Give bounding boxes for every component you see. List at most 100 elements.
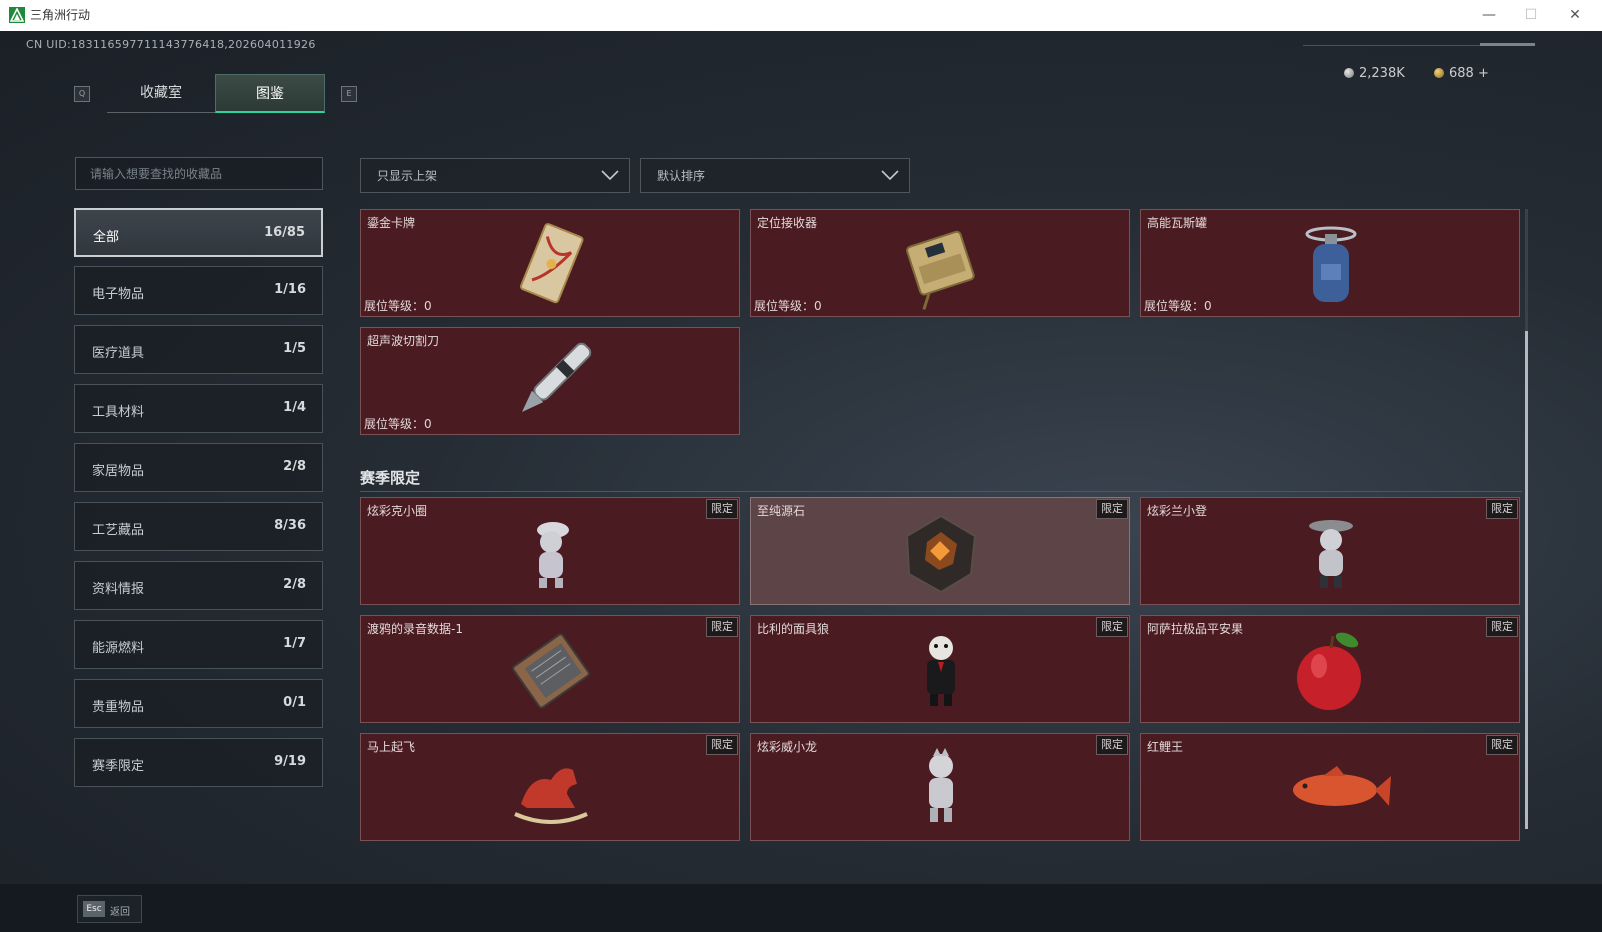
item-name: 炫彩克小圈 xyxy=(367,504,428,518)
item-name: 红鲤王 xyxy=(1147,740,1184,754)
silver-coin-icon xyxy=(1344,68,1354,78)
category-valuables[interactable]: 贵重物品 0/1 xyxy=(74,679,323,728)
category-tools[interactable]: 工具材料 1/4 xyxy=(74,384,323,433)
item-card[interactable]: 超声波切割刀 展位等级：0 xyxy=(360,327,740,435)
item-card[interactable]: 高能瓦斯罐 展位等级：0 xyxy=(1140,209,1520,317)
limited-badge: 限定 xyxy=(1096,735,1128,755)
back-label: 返回 xyxy=(110,907,130,918)
limited-item-card[interactable]: 马上起飞 限定 xyxy=(360,733,740,841)
limited-badge: 限定 xyxy=(1096,499,1128,519)
figurine-icon xyxy=(537,522,569,588)
gilded-card-icon xyxy=(519,223,584,304)
item-name: 炫彩兰小登 xyxy=(1147,504,1208,518)
chevron-down-icon xyxy=(881,170,899,181)
window-titlebar: 三角洲行动 — ☐ ✕ xyxy=(0,0,1602,32)
app-logo-icon xyxy=(9,7,25,23)
tab-collection-room[interactable]: 收藏室 xyxy=(107,74,215,113)
category-label: 贵重物品 xyxy=(92,700,145,715)
category-household[interactable]: 家居物品 2/8 xyxy=(74,443,323,492)
window-title: 三角洲行动 xyxy=(30,8,91,22)
category-count: 2/8 xyxy=(283,459,306,474)
search-input[interactable]: 请输入想要查找的收藏品 xyxy=(75,157,323,190)
category-count: 0/1 xyxy=(283,695,306,710)
limited-item-card[interactable]: 阿萨拉极品平安果 限定 xyxy=(1140,615,1520,723)
category-medical[interactable]: 医疗道具 1/5 xyxy=(74,325,323,374)
item-card[interactable]: 鎏金卡牌 展位等级：0 xyxy=(360,209,740,317)
filter-value: 只显示上架 xyxy=(377,169,438,183)
tab-next-key[interactable]: E xyxy=(341,86,357,102)
category-count: 1/5 xyxy=(283,341,306,356)
section-divider xyxy=(360,491,1522,492)
item-name: 鎏金卡牌 xyxy=(367,216,416,230)
category-count: 9/19 xyxy=(274,754,306,769)
collection-screen: CN UID:183116597711143776418,20260401192… xyxy=(0,31,1602,932)
limited-badge: 限定 xyxy=(1486,735,1518,755)
item-name: 定位接收器 xyxy=(757,216,818,230)
close-button[interactable]: ✕ xyxy=(1555,0,1595,31)
puppet-figure-icon xyxy=(927,636,955,706)
minimize-button[interactable]: — xyxy=(1469,0,1509,31)
category-label: 资料情报 xyxy=(92,582,145,597)
chevron-down-icon xyxy=(601,170,619,181)
limited-badge: 限定 xyxy=(1096,617,1128,637)
back-button[interactable]: Esc 返回 xyxy=(77,895,142,923)
item-card[interactable]: 定位接收器 展位等级：0 xyxy=(750,209,1130,317)
gas-canister-icon xyxy=(1305,226,1357,302)
recording-device-icon xyxy=(512,633,590,709)
category-label: 电子物品 xyxy=(92,287,145,302)
figurine-icon xyxy=(929,748,953,822)
category-electronics[interactable]: 电子物品 1/16 xyxy=(74,266,323,315)
category-label: 医疗道具 xyxy=(92,346,145,361)
silver-currency: 2,238K xyxy=(1344,66,1405,81)
limited-item-card[interactable]: 渡鸦的录音数据-1 限定 xyxy=(360,615,740,723)
category-all[interactable]: 全部 16/85 xyxy=(74,208,323,257)
item-level: 展位等级：0 xyxy=(364,417,432,431)
section-title-season: 赛季限定 xyxy=(360,469,421,487)
filter-dropdown[interactable]: 只显示上架 xyxy=(360,158,630,193)
item-level: 展位等级：0 xyxy=(754,299,822,313)
category-season-limited[interactable]: 赛季限定 9/19 xyxy=(74,738,323,787)
category-intel[interactable]: 资料情报 2/8 xyxy=(74,561,323,610)
item-name: 阿萨拉极品平安果 xyxy=(1147,622,1244,636)
category-label: 工艺藏品 xyxy=(92,523,145,538)
tab-prev-key[interactable]: Q xyxy=(74,86,90,102)
category-label: 赛季限定 xyxy=(92,759,145,774)
item-name: 马上起飞 xyxy=(367,740,416,754)
item-name: 至纯源石 xyxy=(757,504,806,518)
koi-fish-icon xyxy=(1293,766,1391,806)
limited-badge: 限定 xyxy=(706,735,738,755)
sort-dropdown[interactable]: 默认排序 xyxy=(640,158,910,193)
limited-item-card[interactable]: 比利的面具狼 限定 xyxy=(750,615,1130,723)
item-name: 超声波切割刀 xyxy=(367,334,440,348)
gold-coin-icon xyxy=(1434,68,1444,78)
limited-item-card[interactable]: 至纯源石 限定 xyxy=(750,497,1130,605)
limited-badge: 限定 xyxy=(706,617,738,637)
sort-value: 默认排序 xyxy=(657,169,706,183)
item-name: 炫彩威小龙 xyxy=(757,740,818,754)
item-name: 渡鸦的录音数据-1 xyxy=(367,622,463,636)
item-level: 展位等级：0 xyxy=(1144,299,1212,313)
category-label: 全部 xyxy=(93,230,120,245)
limited-badge: 限定 xyxy=(1486,617,1518,637)
scrollbar-thumb[interactable] xyxy=(1525,331,1528,829)
limited-item-card[interactable]: 炫彩兰小登 限定 xyxy=(1140,497,1520,605)
tab-catalog[interactable]: 图鉴 xyxy=(215,74,325,113)
category-crafts[interactable]: 工艺藏品 8/36 xyxy=(74,502,323,551)
ultrasonic-knife-icon xyxy=(522,342,592,412)
category-count: 1/7 xyxy=(283,636,306,651)
category-count: 16/85 xyxy=(264,225,305,240)
maximize-button[interactable]: ☐ xyxy=(1511,0,1551,31)
item-level: 展位等级：0 xyxy=(364,299,432,313)
source-stone-icon xyxy=(905,514,977,594)
category-count: 8/36 xyxy=(274,518,306,533)
category-count: 2/8 xyxy=(283,577,306,592)
rocking-horse-icon xyxy=(514,768,588,824)
gold-currency[interactable]: 688 + xyxy=(1434,66,1489,81)
limited-item-card[interactable]: 炫彩克小圈 限定 xyxy=(360,497,740,605)
item-name: 高能瓦斯罐 xyxy=(1147,216,1208,230)
bottom-bar xyxy=(0,884,1602,932)
item-name: 比利的面具狼 xyxy=(757,622,830,636)
limited-item-card[interactable]: 炫彩威小龙 限定 xyxy=(750,733,1130,841)
category-energy[interactable]: 能源燃料 1/7 xyxy=(74,620,323,669)
limited-item-card[interactable]: 红鲤王 限定 xyxy=(1140,733,1520,841)
